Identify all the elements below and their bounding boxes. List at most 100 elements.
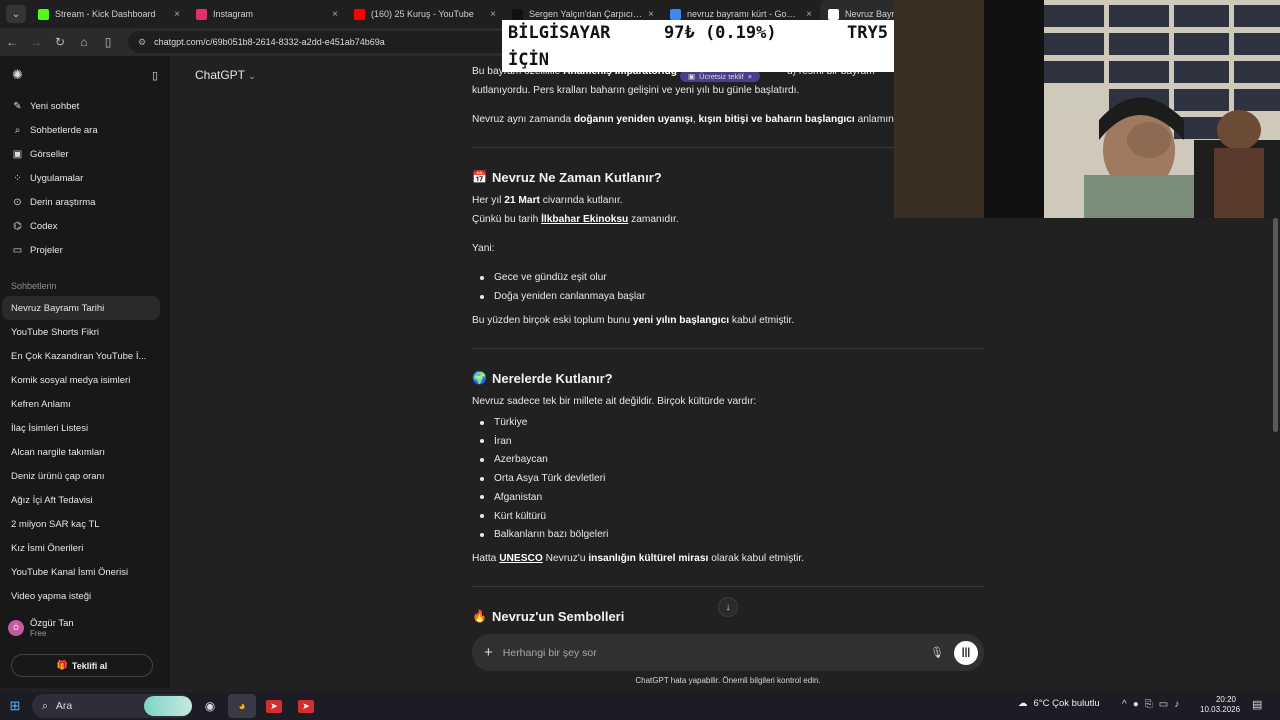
chat-history-item[interactable]: İlaç İsimleri Listesi xyxy=(0,416,160,440)
taskbar-clock[interactable]: 20:20 10.03.2026 xyxy=(1200,695,1240,715)
notification-icon[interactable]: ▤ xyxy=(1252,698,1262,711)
sidebar-action[interactable]: ▣ Görseller xyxy=(0,142,170,166)
sidebar-action[interactable]: ▭ Projeler xyxy=(0,238,170,262)
codex-icon: ⌬ xyxy=(13,220,22,232)
microphone-icon[interactable]: ● xyxy=(1133,699,1139,710)
composer-input[interactable]: Herhangi bir şey sor xyxy=(503,647,920,659)
forward-icon[interactable]: → xyxy=(24,35,48,49)
browser-tab[interactable]: (160) 25 Kuruş - YouTube × xyxy=(346,0,504,28)
site-info-icon[interactable]: ⚙ xyxy=(138,37,146,48)
where-paragraph-1: Nevruz sadece tek bir millete ait değild… xyxy=(472,396,757,407)
arrow-down-icon: ↓ xyxy=(725,601,731,613)
bullet-item: Afganistan xyxy=(480,488,542,507)
network-icon[interactable]: ▭ xyxy=(1159,699,1168,710)
app-red-icon-2[interactable]: ➤ xyxy=(292,694,320,718)
chat-history-item[interactable]: Komik sosyal medya isimleri xyxy=(0,368,160,392)
windows-start-icon[interactable]: ⊞ xyxy=(0,698,30,714)
bullet-text: Azerbaycan xyxy=(494,454,548,466)
tab-search-menu-button[interactable]: ⌄ xyxy=(6,5,26,23)
edit-icon: ✎ xyxy=(13,100,22,112)
sidebar-action[interactable]: ⌬ Codex xyxy=(0,214,170,238)
gift-icon: 🎁 xyxy=(56,660,68,670)
message-composer[interactable]: + Herhangi bir şey sor 🎙 ||| xyxy=(472,634,984,671)
weather-widget[interactable]: ☁ 6°C Çok bulutlu xyxy=(1018,698,1100,709)
split-view-icon[interactable]: ▯ xyxy=(96,35,120,49)
user-profile[interactable]: Ö Özgür Tan Free xyxy=(8,618,74,638)
bullet-item: Balkanların bazı bölgeleri xyxy=(480,525,608,544)
bullet-text: Afganistan xyxy=(494,491,543,503)
model-selector[interactable]: ChatGPT ⌄ xyxy=(195,68,256,82)
sidebar-action-label: Yeni sohbet xyxy=(30,100,80,112)
ticker-symbol: TRY5 xyxy=(847,23,888,43)
chevron-up-icon[interactable]: ^ xyxy=(1122,699,1127,710)
chats-section-title: Sohbetlerin xyxy=(11,281,57,291)
chat-history-item[interactable]: Kız İsmi Önerileri xyxy=(0,536,160,560)
system-tray: ^ ● ⎘ ▭ ♪ xyxy=(1122,699,1179,710)
usb-icon[interactable]: ⎘ xyxy=(1145,699,1153,710)
obs-icon[interactable]: ◉ xyxy=(196,694,224,718)
bullet-item: Gece ve gündüz eşit olur xyxy=(480,268,607,287)
webcam-overlay xyxy=(894,0,1280,218)
when-paragraph-2: Çünkü bu tarih İlkbahar Ekinoksu zamanıd… xyxy=(472,214,679,225)
browser-tab[interactable]: Stream - Kick Dashboard × xyxy=(30,0,188,28)
stream-ticker-overlay: BİLGİSAYAR İÇİN 97₺ (0.19%) TRY5 xyxy=(502,20,894,72)
chat-history-item[interactable]: Video yapma isteği xyxy=(0,584,160,608)
close-tab-icon[interactable]: × xyxy=(648,9,654,20)
close-tab-icon[interactable]: × xyxy=(332,9,338,20)
page-scrollbar[interactable] xyxy=(1273,218,1278,432)
chat-history-item[interactable]: Ağız İçi Aft Tedavisi xyxy=(0,488,160,512)
back-icon[interactable]: ← xyxy=(0,35,24,49)
chat-history-item[interactable]: YouTube Shorts Fikri xyxy=(0,320,160,344)
openai-logo-icon[interactable]: ✺ xyxy=(12,67,23,83)
bullet-text: Orta Asya Türk devletleri xyxy=(494,473,606,485)
section-heading-when: 📅 Nevruz Ne Zaman Kutlanır? xyxy=(472,170,662,185)
folder-icon: ▭ xyxy=(12,244,23,256)
taskbar-search[interactable]: ⌕ Ara xyxy=(32,694,192,718)
tab-favicon-icon xyxy=(38,8,49,20)
tab-title: Instagram xyxy=(213,9,254,19)
chat-history-item[interactable]: Alcan nargile takımları xyxy=(0,440,160,464)
chat-history-item[interactable]: En Çok Kazandıran YouTube İ... xyxy=(0,344,160,368)
tab-title: (160) 25 Kuruş - YouTube xyxy=(371,9,474,19)
bullet-text: Türkiye xyxy=(494,417,528,428)
chat-history-item[interactable]: 2 milyon SAR kaç TL xyxy=(0,512,160,536)
home-icon[interactable]: ⌂ xyxy=(72,35,96,49)
get-offer-button[interactable]: 🎁 Teklifi al xyxy=(11,654,153,677)
close-tab-icon[interactable]: × xyxy=(490,9,496,20)
bullet-item: Orta Asya Türk devletleri xyxy=(480,469,605,488)
sidebar-action[interactable]: ✎ Yeni sohbet xyxy=(0,94,170,118)
app-red-icon[interactable]: ➤ xyxy=(260,694,288,718)
chat-history-item[interactable]: Nevruz Bayramı Tarihi xyxy=(2,296,160,320)
bullet-item: Kürt kültürü xyxy=(480,507,546,526)
browser-tab[interactable]: Instagram × xyxy=(188,0,346,28)
gift-icon: ▣ xyxy=(688,71,696,81)
tab-favicon-icon xyxy=(354,8,365,20)
sidebar-action[interactable]: ⌕ Sohbetlerde ara xyxy=(0,118,170,142)
microphone-icon[interactable]: 🎙 xyxy=(930,646,944,659)
image-icon: ▣ xyxy=(12,148,23,160)
scroll-to-bottom-button[interactable]: ↓ xyxy=(718,597,738,617)
cloud-icon: ☁ xyxy=(1018,698,1028,709)
bullet-item: Doğa yeniden canlanmaya başlar xyxy=(480,287,645,306)
close-icon[interactable]: × xyxy=(748,72,752,81)
address-url: chatgpt.com/c/69b051b8-2614-8332-a2dd-e4… xyxy=(154,37,385,47)
section-heading-where: 🌍 Nerelerde Kutlanır? xyxy=(472,371,613,386)
volume-icon[interactable]: ♪ xyxy=(1174,699,1179,710)
close-tab-icon[interactable]: × xyxy=(806,9,812,20)
sidebar-action-label: Görseller xyxy=(30,148,69,160)
close-tab-icon[interactable]: × xyxy=(174,9,180,20)
user-plan: Free xyxy=(30,629,47,638)
close-sidebar-icon[interactable]: ▯ xyxy=(152,69,158,82)
sidebar-action[interactable]: ⁘ Uygulamalar xyxy=(0,166,170,190)
tab-favicon-icon xyxy=(196,8,207,20)
chat-history-item[interactable]: YouTube Kanal İsmi Önerisi xyxy=(0,560,160,584)
chat-history-item[interactable]: Deniz ürünü çap oranı xyxy=(0,464,160,488)
voice-mode-button[interactable]: ||| xyxy=(954,640,978,665)
sidebar-action[interactable]: ⊙ Derin araştırma xyxy=(0,190,170,214)
reload-icon[interactable]: ↻ xyxy=(48,35,72,49)
chrome-icon[interactable]: ◕ xyxy=(228,694,256,718)
plus-icon[interactable]: + xyxy=(484,644,493,661)
ticker-label: BİLGİSAYAR xyxy=(508,23,611,43)
chat-history-item[interactable]: Kefren Anlamı xyxy=(0,392,160,416)
bullet-text: Doğa yeniden canlanmaya başlar xyxy=(494,291,646,302)
